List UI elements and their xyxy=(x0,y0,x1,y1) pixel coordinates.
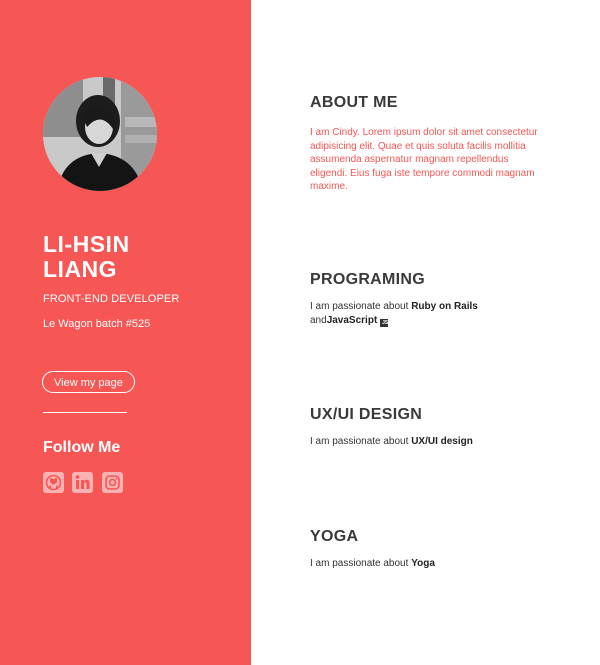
skill-ruby: Ruby on Rails xyxy=(411,301,478,312)
yoga-prefix: I am passionate about xyxy=(310,558,412,569)
skill-uxui: UX/UI design xyxy=(411,436,473,447)
skill-javascript: JavaScript xyxy=(326,314,378,326)
programming-text: I am passionate about Ruby on Rails andJa… xyxy=(310,300,540,327)
yoga-section: YOGA I am passionate about Yoga xyxy=(310,528,540,571)
main-content: ABOUT ME I am Cindy. Lorem ipsum dolor s… xyxy=(0,0,600,665)
programming-heading: PROGRAMING xyxy=(310,271,425,288)
about-section: ABOUT ME I am Cindy. Lorem ipsum dolor s… xyxy=(310,94,540,194)
yoga-heading: YOGA xyxy=(310,528,359,545)
uxui-text: I am passionate about UX/UI design xyxy=(310,435,540,449)
uxui-heading: UX/UI DESIGN xyxy=(310,406,423,423)
about-heading: ABOUT ME xyxy=(310,94,398,111)
uxui-prefix: I am passionate about xyxy=(310,436,412,447)
programming-prefix: I am passionate about xyxy=(310,301,412,312)
about-text: I am Cindy. Lorem ipsum dolor sit amet c… xyxy=(310,127,538,192)
javascript-icon: JS xyxy=(380,318,389,327)
programming-section: PROGRAMING I am passionate about Ruby on… xyxy=(310,271,540,327)
programming-connector: and xyxy=(310,314,327,326)
uxui-section: UX/UI DESIGN I am passionate about UX/UI… xyxy=(310,406,540,449)
skill-yoga: Yoga xyxy=(411,558,435,569)
yoga-text: I am passionate about Yoga xyxy=(310,557,540,571)
